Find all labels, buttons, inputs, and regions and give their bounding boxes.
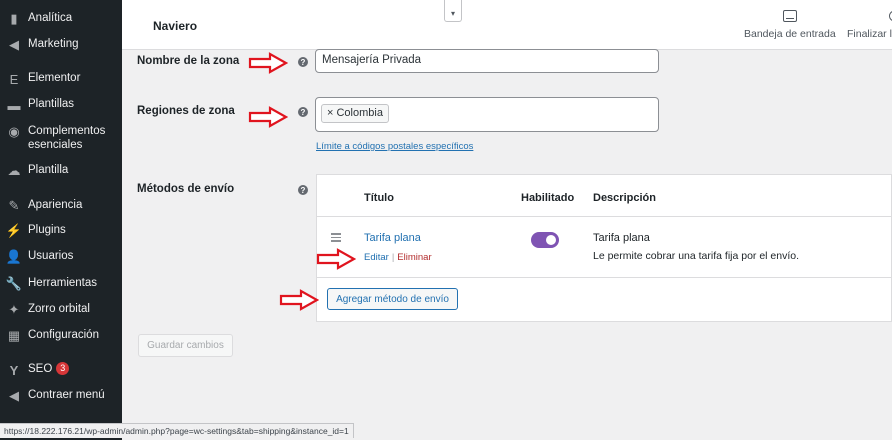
column-header-enabled: Habilitado: [521, 192, 575, 204]
sidebar-item-label: Configuración: [28, 329, 99, 341]
sidebar-item-plantilla[interactable]: ☁ Plantilla: [0, 163, 122, 179]
cloud-icon: ☁: [7, 163, 21, 178]
sidebar-item-label: Complementos esenciales: [28, 125, 106, 151]
divider: [317, 216, 891, 217]
notification-badge: 3: [56, 362, 70, 375]
sidebar-item-label: Analítica: [28, 12, 73, 24]
sidebar-item-label: Plantilla: [28, 164, 69, 176]
sidebar-item-herramientas[interactable]: 🔧 Herramientas: [0, 276, 122, 292]
brush-icon: ✎: [8, 198, 20, 213]
sidebar-item-label: Contraer menú: [28, 389, 105, 401]
fox-icon: ✦: [8, 302, 20, 317]
sidebar-item-usuarios[interactable]: 👤 Usuarios: [0, 249, 122, 265]
help-icon[interactable]: ?: [298, 107, 308, 117]
sidebar-item-label: Zorro orbital: [28, 303, 90, 315]
ea-icon: ◉: [8, 124, 20, 139]
collapse-toggle-tab[interactable]: ▾: [444, 0, 462, 22]
drag-handle-icon[interactable]: [331, 233, 341, 244]
page-title: Naviero: [153, 19, 198, 33]
method-title-link[interactable]: Tarifa plana: [364, 232, 421, 244]
help-icon[interactable]: ?: [298, 185, 308, 195]
method-description-text: Le permite cobrar una tarifa fija por el…: [593, 250, 800, 262]
analytics-icon: ▮: [10, 11, 18, 26]
zone-regions-select[interactable]: × Colombia: [315, 97, 659, 132]
method-enabled-toggle[interactable]: [531, 232, 559, 248]
folder-icon: ▬: [7, 97, 21, 113]
sidebar-item-label: Herramientas: [28, 277, 98, 289]
limit-postcodes-link[interactable]: Límite a códigos postales específicos: [316, 141, 473, 152]
annotation-arrow: [248, 52, 288, 74]
sidebar-item-analitica[interactable]: ▮ Analítica: [0, 11, 122, 27]
sidebar-item-label: Marketing: [28, 38, 79, 50]
column-header-description: Descripción: [593, 192, 656, 204]
finish-label: Finalizar la: [847, 28, 892, 40]
sidebar-item-plugins[interactable]: ⚡ Plugins: [0, 223, 122, 239]
delete-method-link[interactable]: Eliminar: [397, 252, 431, 263]
sidebar-item-label: Plugins: [28, 224, 66, 236]
finish-setup-button[interactable]: Finalizar la: [847, 10, 892, 40]
edit-method-link[interactable]: Editar: [364, 252, 389, 263]
shipping-methods-table: Título Habilitado Descripción Tarifa pla…: [316, 174, 892, 322]
sidebar-item-apariencia[interactable]: ✎ Apariencia: [0, 198, 122, 214]
row-actions: Editar | Eliminar: [364, 252, 432, 263]
shipping-methods-label: Métodos de envío: [137, 183, 235, 195]
megaphone-icon: ◀: [9, 37, 19, 52]
sidebar-item-label: SEO: [28, 363, 53, 375]
wrench-icon: 🔧: [5, 276, 23, 291]
save-changes-button[interactable]: Guardar cambios: [138, 334, 233, 357]
sidebar-item-plantillas[interactable]: ▬ Plantillas: [0, 97, 122, 113]
sidebar-item-complementos[interactable]: ◉ Complementos esenciales: [0, 124, 122, 152]
yoast-icon: Y: [9, 362, 19, 378]
zone-regions-label: Regiones de zona: [137, 105, 235, 117]
admin-sidebar: ▮ Analítica ◀ Marketing E Elementor ▬ Pl…: [0, 0, 122, 440]
divider: |: [391, 252, 395, 263]
sidebar-item-label: Plantillas: [28, 98, 75, 110]
browser-status-url: https://18.222.176.21/wp-admin/admin.php…: [0, 423, 354, 438]
help-icon[interactable]: ?: [298, 57, 308, 67]
annotation-arrow: [316, 248, 356, 270]
column-header-title: Título: [364, 192, 394, 204]
plugin-icon: ⚡: [5, 223, 23, 238]
sidebar-item-marketing[interactable]: ◀ Marketing: [0, 37, 122, 53]
sidebar-item-label: Elementor: [28, 72, 81, 84]
zone-name-label: Nombre de la zona: [137, 55, 240, 67]
annotation-arrow: [279, 289, 319, 311]
sidebar-item-configuracion[interactable]: ▦ Configuración: [0, 328, 122, 344]
zone-name-input[interactable]: Mensajería Privada: [315, 49, 659, 73]
sidebar-item-zorro-orbital[interactable]: ✦ Zorro orbital: [0, 302, 122, 318]
sidebar-item-label: Apariencia: [28, 199, 83, 211]
top-header-bar: Naviero ▾ Bandeja de entrada Finalizar l…: [122, 0, 892, 50]
chevron-down-icon: ▾: [450, 9, 455, 18]
elementor-icon: E: [9, 71, 19, 87]
divider: [317, 277, 891, 278]
region-chip-colombia[interactable]: × Colombia: [321, 104, 389, 123]
method-description-title: Tarifa plana: [593, 232, 650, 244]
inbox-icon: [782, 10, 797, 22]
sidebar-item-elementor[interactable]: E Elementor: [0, 71, 122, 87]
collapse-menu-icon: ◀: [9, 388, 19, 403]
inbox-button[interactable]: Bandeja de entrada: [744, 10, 836, 40]
annotation-arrow: [248, 106, 288, 128]
settings-icon: ▦: [7, 328, 21, 343]
users-icon: 👤: [5, 249, 23, 264]
sidebar-item-seo[interactable]: Y SEO 3: [0, 362, 122, 378]
sidebar-item-label: Usuarios: [28, 250, 74, 262]
add-shipping-method-button[interactable]: Agregar método de envío: [327, 288, 458, 310]
sidebar-collapse-menu[interactable]: ◀ Contraer menú: [0, 388, 122, 404]
inbox-label: Bandeja de entrada: [744, 28, 836, 40]
